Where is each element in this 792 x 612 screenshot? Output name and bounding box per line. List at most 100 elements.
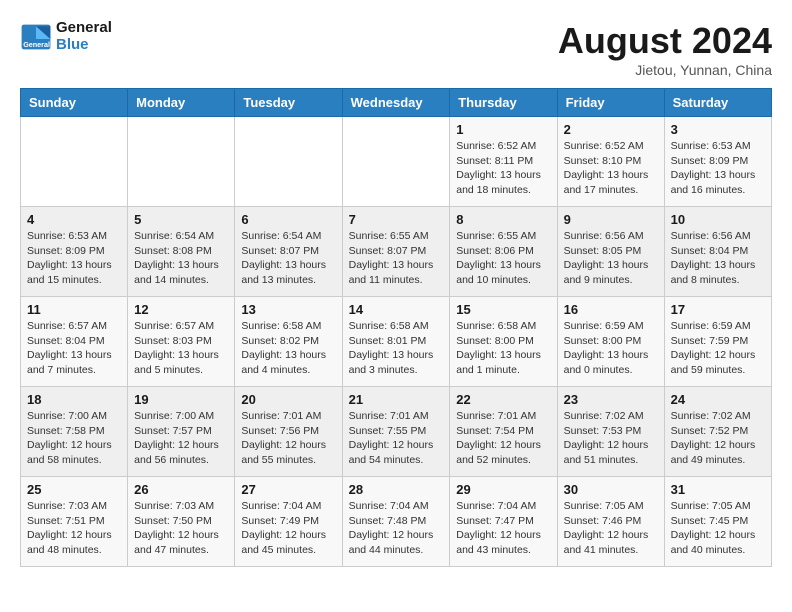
day-number: 13 bbox=[241, 302, 335, 317]
title-area: August 2024 Jietou, Yunnan, China bbox=[558, 20, 772, 78]
day-info: Sunrise: 7:05 AM Sunset: 7:46 PM Dayligh… bbox=[564, 499, 658, 558]
weekday-header-friday: Friday bbox=[557, 89, 664, 117]
week-row-2: 4 Sunrise: 6:53 AM Sunset: 8:09 PM Daylig… bbox=[21, 207, 772, 297]
week-row-4: 18Sunrise: 7:00 AM Sunset: 7:58 PM Dayli… bbox=[21, 387, 772, 477]
day-cell: 15 Sunrise: 6:58 AM Sunset: 8:00 PM Dayli… bbox=[450, 297, 557, 387]
day-cell: 23 Sunrise: 7:02 AM Sunset: 7:53 PM Dayli… bbox=[557, 387, 664, 477]
logo-text-line2: Blue bbox=[56, 37, 112, 54]
day-number: 19 bbox=[134, 392, 228, 407]
day-cell: 20 Sunrise: 7:01 AM Sunset: 7:56 PM Dayli… bbox=[235, 387, 342, 477]
day-number: 15 bbox=[456, 302, 550, 317]
day-number: 12 bbox=[134, 302, 228, 317]
svg-text:General: General bbox=[23, 40, 50, 49]
day-number: 4 bbox=[27, 212, 121, 227]
day-cell: 2 Sunrise: 6:52 AM Sunset: 8:10 PM Daylig… bbox=[557, 117, 664, 207]
day-cell: 6 Sunrise: 6:54 AM Sunset: 8:07 PM Daylig… bbox=[235, 207, 342, 297]
calendar-table: SundayMondayTuesdayWednesdayThursdayFrid… bbox=[20, 88, 772, 567]
day-number: 10 bbox=[671, 212, 765, 227]
day-cell: 8 Sunrise: 6:55 AM Sunset: 8:06 PM Daylig… bbox=[450, 207, 557, 297]
weekday-header-tuesday: Tuesday bbox=[235, 89, 342, 117]
day-cell: 9Sunrise: 6:56 AM Sunset: 8:05 PM Daylig… bbox=[557, 207, 664, 297]
day-cell: 18Sunrise: 7:00 AM Sunset: 7:58 PM Dayli… bbox=[21, 387, 128, 477]
day-cell: 3 Sunrise: 6:53 AM Sunset: 8:09 PM Daylig… bbox=[664, 117, 771, 207]
day-number: 2 bbox=[564, 122, 658, 137]
day-info: Sunrise: 6:54 AM Sunset: 8:08 PM Dayligh… bbox=[134, 229, 228, 288]
day-number: 7 bbox=[349, 212, 444, 227]
day-number: 30 bbox=[564, 482, 658, 497]
day-number: 3 bbox=[671, 122, 765, 137]
weekday-header-saturday: Saturday bbox=[664, 89, 771, 117]
day-info: Sunrise: 6:58 AM Sunset: 8:00 PM Dayligh… bbox=[456, 319, 550, 378]
day-info: Sunrise: 7:04 AM Sunset: 7:49 PM Dayligh… bbox=[241, 499, 335, 558]
weekday-header-thursday: Thursday bbox=[450, 89, 557, 117]
day-cell bbox=[235, 117, 342, 207]
day-info: Sunrise: 7:01 AM Sunset: 7:56 PM Dayligh… bbox=[241, 409, 335, 468]
day-number: 17 bbox=[671, 302, 765, 317]
logo-text-line1: General bbox=[56, 20, 112, 37]
day-number: 25 bbox=[27, 482, 121, 497]
day-number: 5 bbox=[134, 212, 228, 227]
weekday-header-row: SundayMondayTuesdayWednesdayThursdayFrid… bbox=[21, 89, 772, 117]
day-info: Sunrise: 6:53 AM Sunset: 8:09 PM Dayligh… bbox=[27, 229, 121, 288]
day-cell: 10 Sunrise: 6:56 AM Sunset: 8:04 PM Dayli… bbox=[664, 207, 771, 297]
day-info: Sunrise: 7:05 AM Sunset: 7:45 PM Dayligh… bbox=[671, 499, 765, 558]
day-info: Sunrise: 6:58 AM Sunset: 8:02 PM Dayligh… bbox=[241, 319, 335, 378]
day-number: 29 bbox=[456, 482, 550, 497]
day-cell: 30 Sunrise: 7:05 AM Sunset: 7:46 PM Dayli… bbox=[557, 477, 664, 567]
day-number: 11 bbox=[27, 302, 121, 317]
day-cell: 16Sunrise: 6:59 AM Sunset: 8:00 PM Dayli… bbox=[557, 297, 664, 387]
day-number: 22 bbox=[456, 392, 550, 407]
month-title: August 2024 bbox=[558, 20, 772, 62]
day-info: Sunrise: 7:03 AM Sunset: 7:50 PM Dayligh… bbox=[134, 499, 228, 558]
day-number: 6 bbox=[241, 212, 335, 227]
day-cell: 1 Sunrise: 6:52 AM Sunset: 8:11 PM Daylig… bbox=[450, 117, 557, 207]
day-cell bbox=[342, 117, 450, 207]
day-info: Sunrise: 6:59 AM Sunset: 8:00 PM Dayligh… bbox=[564, 319, 658, 378]
day-cell bbox=[128, 117, 235, 207]
day-cell: 28Sunrise: 7:04 AM Sunset: 7:48 PM Dayli… bbox=[342, 477, 450, 567]
day-cell: 17 Sunrise: 6:59 AM Sunset: 7:59 PM Dayli… bbox=[664, 297, 771, 387]
logo: General General Blue bbox=[20, 20, 112, 53]
day-info: Sunrise: 7:00 AM Sunset: 7:57 PM Dayligh… bbox=[134, 409, 228, 468]
day-number: 21 bbox=[349, 392, 444, 407]
day-cell: 14 Sunrise: 6:58 AM Sunset: 8:01 PM Dayli… bbox=[342, 297, 450, 387]
week-row-3: 11 Sunrise: 6:57 AM Sunset: 8:04 PM Dayli… bbox=[21, 297, 772, 387]
day-number: 23 bbox=[564, 392, 658, 407]
day-number: 8 bbox=[456, 212, 550, 227]
day-info: Sunrise: 6:59 AM Sunset: 7:59 PM Dayligh… bbox=[671, 319, 765, 378]
day-info: Sunrise: 7:04 AM Sunset: 7:47 PM Dayligh… bbox=[456, 499, 550, 558]
day-number: 18 bbox=[27, 392, 121, 407]
day-number: 26 bbox=[134, 482, 228, 497]
day-info: Sunrise: 6:54 AM Sunset: 8:07 PM Dayligh… bbox=[241, 229, 335, 288]
day-cell: 24Sunrise: 7:02 AM Sunset: 7:52 PM Dayli… bbox=[664, 387, 771, 477]
day-info: Sunrise: 7:02 AM Sunset: 7:52 PM Dayligh… bbox=[671, 409, 765, 468]
weekday-header-sunday: Sunday bbox=[21, 89, 128, 117]
day-info: Sunrise: 6:52 AM Sunset: 8:10 PM Dayligh… bbox=[564, 139, 658, 198]
weekday-header-monday: Monday bbox=[128, 89, 235, 117]
day-info: Sunrise: 6:58 AM Sunset: 8:01 PM Dayligh… bbox=[349, 319, 444, 378]
day-cell: 21 Sunrise: 7:01 AM Sunset: 7:55 PM Dayli… bbox=[342, 387, 450, 477]
day-number: 28 bbox=[349, 482, 444, 497]
day-info: Sunrise: 7:02 AM Sunset: 7:53 PM Dayligh… bbox=[564, 409, 658, 468]
week-row-1: 1 Sunrise: 6:52 AM Sunset: 8:11 PM Daylig… bbox=[21, 117, 772, 207]
day-number: 20 bbox=[241, 392, 335, 407]
day-cell: 29 Sunrise: 7:04 AM Sunset: 7:47 PM Dayli… bbox=[450, 477, 557, 567]
day-info: Sunrise: 6:53 AM Sunset: 8:09 PM Dayligh… bbox=[671, 139, 765, 198]
day-cell: 25Sunrise: 7:03 AM Sunset: 7:51 PM Dayli… bbox=[21, 477, 128, 567]
day-cell: 13 Sunrise: 6:58 AM Sunset: 8:02 PM Dayli… bbox=[235, 297, 342, 387]
weekday-header-wednesday: Wednesday bbox=[342, 89, 450, 117]
day-info: Sunrise: 6:57 AM Sunset: 8:04 PM Dayligh… bbox=[27, 319, 121, 378]
day-number: 1 bbox=[456, 122, 550, 137]
day-info: Sunrise: 6:56 AM Sunset: 8:04 PM Dayligh… bbox=[671, 229, 765, 288]
day-info: Sunrise: 6:56 AM Sunset: 8:05 PM Dayligh… bbox=[564, 229, 658, 288]
header: General General Blue August 2024 Jietou,… bbox=[20, 20, 772, 78]
day-cell: 26 Sunrise: 7:03 AM Sunset: 7:50 PM Dayli… bbox=[128, 477, 235, 567]
week-row-5: 25Sunrise: 7:03 AM Sunset: 7:51 PM Dayli… bbox=[21, 477, 772, 567]
day-info: Sunrise: 6:55 AM Sunset: 8:06 PM Dayligh… bbox=[456, 229, 550, 288]
day-number: 14 bbox=[349, 302, 444, 317]
day-cell: 31Sunrise: 7:05 AM Sunset: 7:45 PM Dayli… bbox=[664, 477, 771, 567]
day-info: Sunrise: 7:01 AM Sunset: 7:54 PM Dayligh… bbox=[456, 409, 550, 468]
day-info: Sunrise: 7:01 AM Sunset: 7:55 PM Dayligh… bbox=[349, 409, 444, 468]
day-info: Sunrise: 6:52 AM Sunset: 8:11 PM Dayligh… bbox=[456, 139, 550, 198]
day-cell bbox=[21, 117, 128, 207]
